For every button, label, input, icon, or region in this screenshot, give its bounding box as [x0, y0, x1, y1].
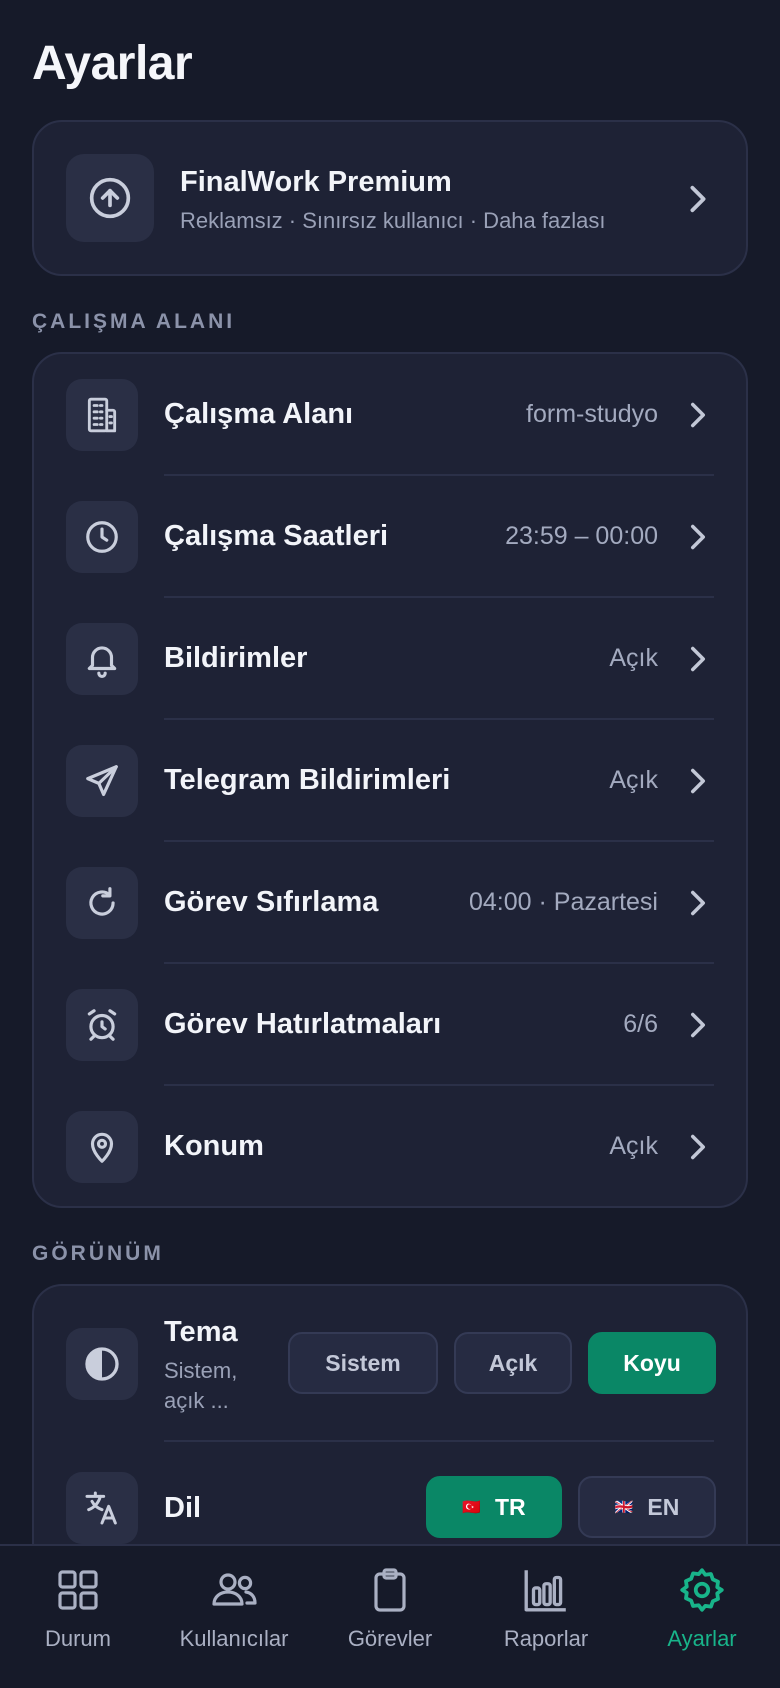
- row-label: Telegram Bildirimleri: [164, 764, 451, 796]
- row-label: Görev Hatırlatmaları: [164, 1008, 442, 1040]
- row-value: Açık: [609, 1132, 658, 1160]
- premium-card[interactable]: FinalWork Premium Reklamsız · Sınırsız k…: [32, 120, 748, 276]
- nav-label: Görevler: [347, 1626, 433, 1651]
- location-pin-icon: [66, 1111, 138, 1183]
- language-option-tr[interactable]: 🇹🇷 TR: [426, 1476, 562, 1538]
- theme-label: Tema: [164, 1316, 238, 1348]
- section-label-workspace: ÇALIŞMA ALANI: [32, 310, 236, 333]
- nav-label: Durum: [44, 1626, 111, 1651]
- row-task-reset[interactable]: Görev Sıfırlama 04:00 · Pazartesi: [34, 842, 746, 964]
- row-value: form-studyo: [526, 400, 658, 428]
- row-label: Görev Sıfırlama: [164, 886, 379, 918]
- row-notifications[interactable]: Bildirimler Açık: [34, 598, 746, 720]
- row-label: Konum: [164, 1130, 264, 1162]
- row-working-hours[interactable]: Çalışma Saatleri 23:59 – 00:00: [34, 476, 746, 598]
- bell-icon: [66, 623, 138, 695]
- chevron-right-icon: [688, 401, 708, 434]
- chevron-right-icon: [688, 184, 708, 219]
- nav-label: Raporlar: [503, 1626, 589, 1651]
- contrast-icon: [66, 1328, 138, 1400]
- chevron-right-icon: [688, 889, 708, 922]
- row-telegram-notifications[interactable]: Telegram Bildirimleri Açık: [34, 720, 746, 842]
- turkey-flag-icon: 🇹🇷: [462, 1499, 481, 1516]
- users-icon: [208, 1560, 260, 1620]
- clipboard-icon: [366, 1560, 414, 1620]
- row-value: Açık: [609, 766, 658, 794]
- nav-item-gorevler[interactable]: Görevler: [312, 1560, 468, 1670]
- chevron-right-icon: [688, 645, 708, 678]
- section-label-appearance: GÖRÜNÜM: [32, 1242, 164, 1265]
- chevron-right-icon: [688, 1011, 708, 1044]
- language-code: EN: [647, 1493, 680, 1520]
- arrow-up-circle-icon: [66, 154, 154, 242]
- row-value: 23:59 – 00:00: [505, 522, 658, 550]
- row-label: Çalışma Saatleri: [164, 520, 389, 552]
- theme-option-light[interactable]: Açık: [454, 1332, 572, 1394]
- page-title: Ayarlar: [32, 37, 193, 90]
- row-workspace[interactable]: Çalışma Alanı form-studyo: [34, 354, 746, 476]
- alarm-clock-icon: [66, 989, 138, 1061]
- language-label: Dil: [164, 1492, 202, 1524]
- clock-icon: [66, 501, 138, 573]
- language-option-en[interactable]: 🇬🇧 EN: [578, 1476, 716, 1538]
- appearance-settings-card: Tema Sistem, açık ... Sistem Açık Koyu D…: [32, 1284, 748, 1564]
- nav-item-ayarlar[interactable]: Ayarlar: [624, 1560, 780, 1670]
- send-icon: [66, 745, 138, 817]
- row-location[interactable]: Konum Açık: [34, 1086, 746, 1208]
- nav-label: Kullanıcılar: [179, 1626, 289, 1651]
- chevron-right-icon: [688, 523, 708, 556]
- row-value: 04:00 · Pazartesi: [469, 888, 658, 916]
- building-icon: [66, 379, 138, 451]
- refresh-icon: [66, 867, 138, 939]
- nav-label: Ayarlar: [667, 1626, 737, 1651]
- chevron-right-icon: [688, 767, 708, 800]
- premium-title: FinalWork Premium: [180, 166, 452, 198]
- premium-subtitle: Reklamsız · Sınırsız kullanıcı · Daha fa…: [180, 208, 606, 233]
- row-value: Açık: [609, 644, 658, 672]
- row-label: Bildirimler: [164, 642, 308, 674]
- theme-option-system[interactable]: Sistem: [288, 1332, 438, 1394]
- grid-icon: [54, 1560, 102, 1620]
- theme-subtitle: Sistem, açık ...: [164, 1358, 238, 1413]
- bottom-nav: Durum Kullanıcılar Görevler Raporlar Aya…: [0, 1544, 780, 1688]
- theme-option-dark[interactable]: Koyu: [588, 1332, 716, 1394]
- row-theme: Tema Sistem, açık ... Sistem Açık Koyu: [34, 1286, 746, 1442]
- bar-chart-icon: [521, 1560, 571, 1620]
- row-label: Çalışma Alanı: [164, 398, 354, 430]
- settings-screen: Ayarlar FinalWork Premium Reklamsız · Sı…: [0, 0, 780, 1688]
- chevron-right-icon: [688, 1133, 708, 1166]
- uk-flag-icon: 🇬🇧: [614, 1499, 634, 1516]
- nav-item-raporlar[interactable]: Raporlar: [468, 1560, 624, 1670]
- workspace-settings-card: Çalışma Alanı form-studyo Çalışma Saatle…: [32, 352, 748, 1208]
- row-value: 6/6: [623, 1010, 658, 1038]
- gear-icon: [677, 1560, 727, 1620]
- nav-item-durum[interactable]: Durum: [0, 1560, 156, 1670]
- row-task-reminders[interactable]: Görev Hatırlatmaları 6/6: [34, 964, 746, 1086]
- translate-icon: [66, 1472, 138, 1544]
- language-code: TR: [495, 1493, 526, 1520]
- nav-item-kullanicilar[interactable]: Kullanıcılar: [156, 1560, 312, 1670]
